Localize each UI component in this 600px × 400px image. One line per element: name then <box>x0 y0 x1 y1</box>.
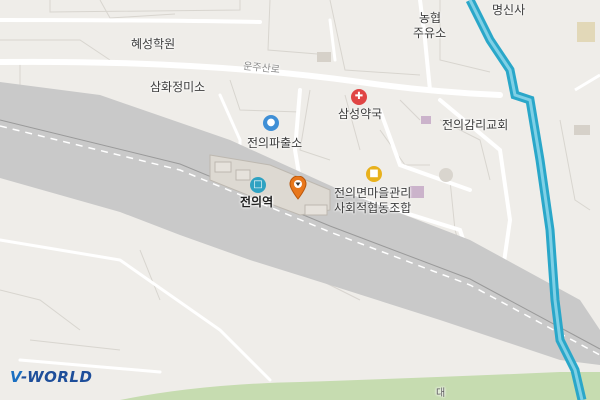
place-label-station[interactable]: 전의역 <box>240 195 273 209</box>
logo-prefix: V <box>10 368 22 386</box>
place-label-police[interactable]: 전의파출소 <box>247 136 302 150</box>
place-label-gas-station[interactable]: 주유소 <box>413 26 446 40</box>
place-label-samsung[interactable]: 삼성약국 <box>338 107 382 121</box>
building-icon[interactable]: ■ <box>366 166 382 182</box>
place-label-samhwa[interactable]: 삼화정미소 <box>150 80 205 94</box>
logo-suffix: -WORLD <box>21 368 93 386</box>
place-label-nonghyup[interactable]: 농협 <box>419 11 441 25</box>
place-label-coop-line1[interactable]: 전의면마을관리 <box>334 186 411 200</box>
police-icon[interactable]: ● <box>263 115 279 131</box>
map-base-layer <box>0 0 600 400</box>
place-label-hyeseong[interactable]: 혜성학원 <box>131 37 175 51</box>
location-pin-icon[interactable] <box>289 176 307 200</box>
place-label-cut: 대 <box>436 388 446 399</box>
vworld-logo: V-WORLD <box>10 368 92 386</box>
pharmacy-icon[interactable]: ✚ <box>351 89 367 105</box>
place-label-church[interactable]: 전의감리교회 <box>442 118 508 132</box>
place-label-coop-line2[interactable]: 사회적협동조합 <box>334 201 411 215</box>
map-view[interactable]: 혜성학원 삼화정미소 운주산로 ● 전의파출소 □ 전의역 ✚ 삼성약국 전의감… <box>0 0 600 400</box>
train-station-icon[interactable]: □ <box>250 177 266 193</box>
place-label-myeongsin[interactable]: 명신사 <box>492 3 525 17</box>
